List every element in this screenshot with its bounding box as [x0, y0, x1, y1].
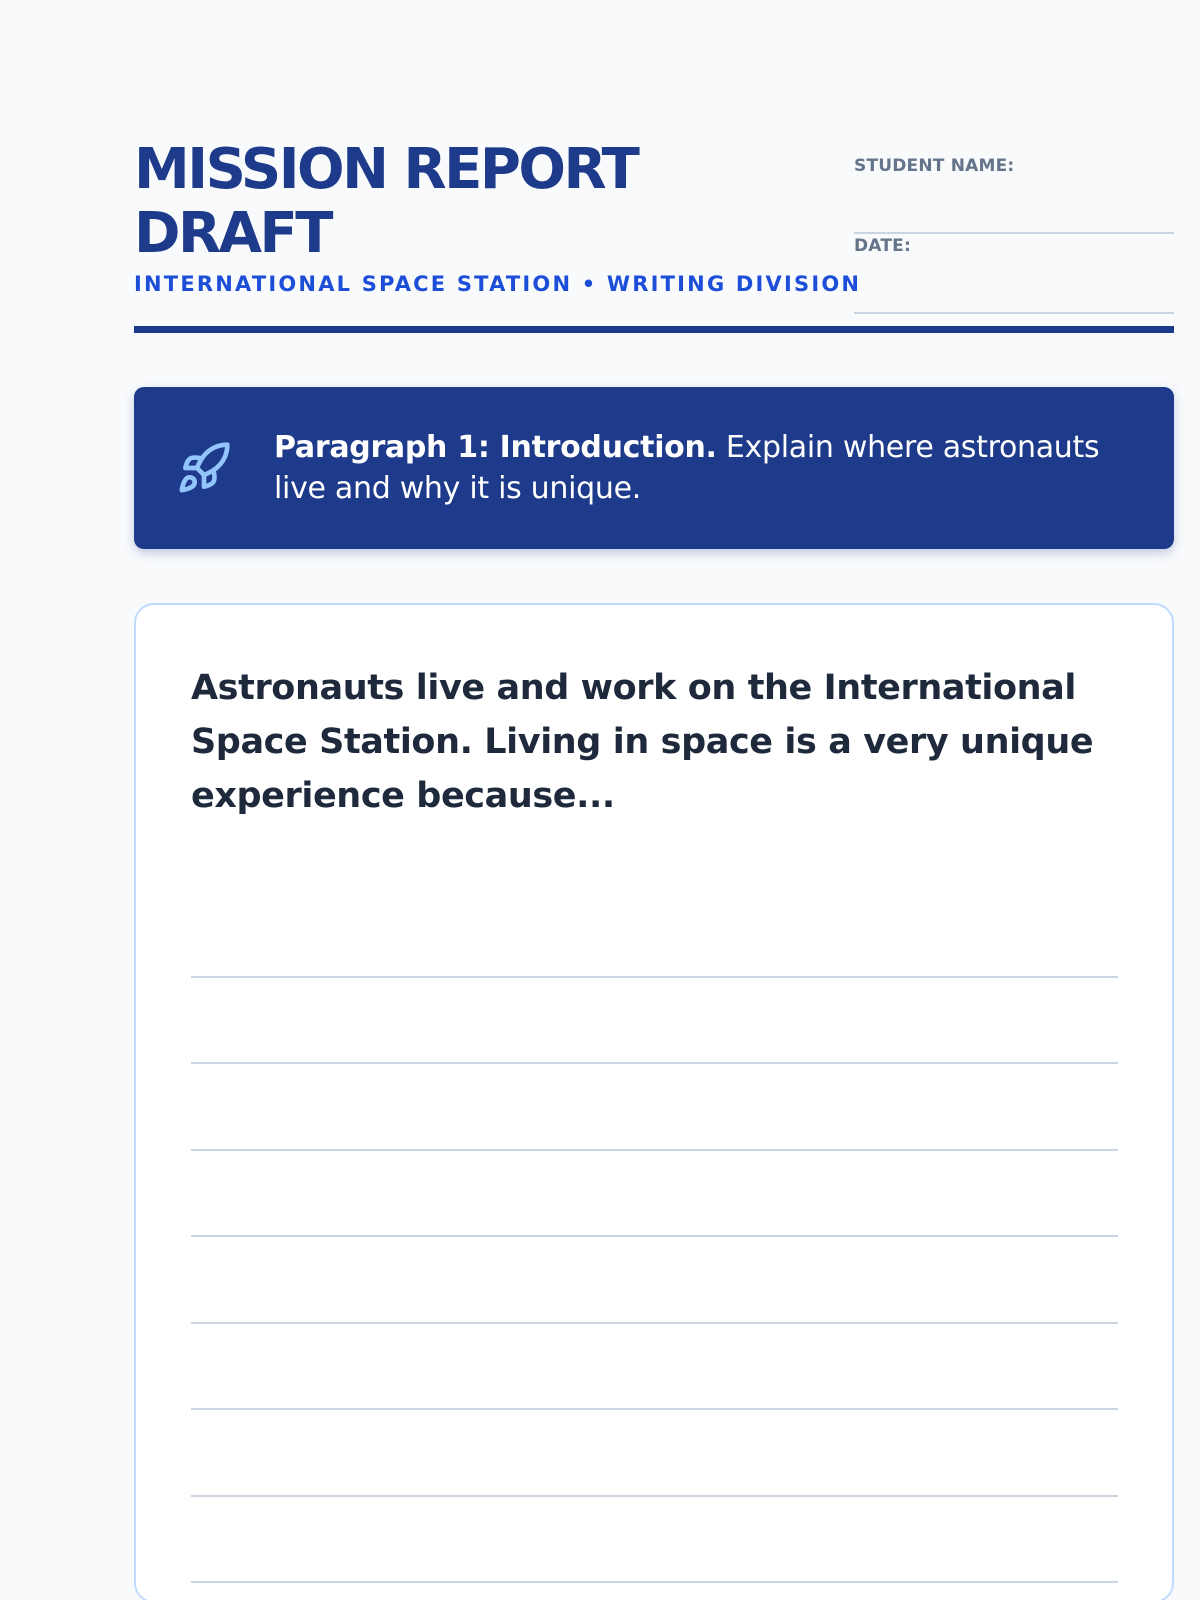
- date-field[interactable]: DATE:: [854, 234, 1174, 314]
- writing-line[interactable]: [191, 891, 1118, 978]
- title-line-2: DRAFT: [134, 201, 333, 266]
- writing-line[interactable]: [191, 1497, 1118, 1583]
- sentence-starter: Astronauts live and work on the Internat…: [191, 668, 1094, 816]
- writing-line[interactable]: [191, 1064, 1118, 1151]
- header-divider: [134, 326, 1174, 333]
- worksheet-header: MISSION REPORT DRAFT INTERNATIONAL SPACE…: [134, 0, 1174, 334]
- writing-lines[interactable]: [191, 891, 1118, 1583]
- writing-line[interactable]: [191, 1410, 1118, 1497]
- writing-line[interactable]: [191, 1237, 1118, 1324]
- worksheet-page: MISSION REPORT DRAFT INTERNATIONAL SPACE…: [0, 0, 1200, 1600]
- rocket-icon: [179, 442, 230, 493]
- title-line-1: MISSION REPORT: [134, 137, 640, 202]
- writing-line[interactable]: [191, 978, 1118, 1064]
- student-name-field[interactable]: STUDENT NAME:: [854, 154, 1174, 234]
- writing-card[interactable]: Astronauts live and work on the Internat…: [134, 603, 1174, 1600]
- student-name-label: STUDENT NAME:: [854, 156, 1015, 176]
- prompt-heading: Paragraph 1: Introduction.: [274, 430, 717, 465]
- writing-line[interactable]: [191, 1151, 1118, 1237]
- title-block: MISSION REPORT DRAFT INTERNATIONAL SPACE…: [134, 138, 862, 297]
- student-info-fields: STUDENT NAME: DATE:: [854, 154, 1174, 314]
- writing-line[interactable]: [191, 1324, 1118, 1410]
- prompt-box: Paragraph 1: Introduction. Explain where…: [134, 387, 1174, 549]
- prompt-text: Paragraph 1: Introduction. Explain where…: [274, 427, 1134, 509]
- page-subtitle: INTERNATIONAL SPACE STATION • WRITING DI…: [134, 272, 862, 296]
- date-label: DATE:: [854, 236, 911, 256]
- page-title: MISSION REPORT DRAFT: [134, 138, 834, 266]
